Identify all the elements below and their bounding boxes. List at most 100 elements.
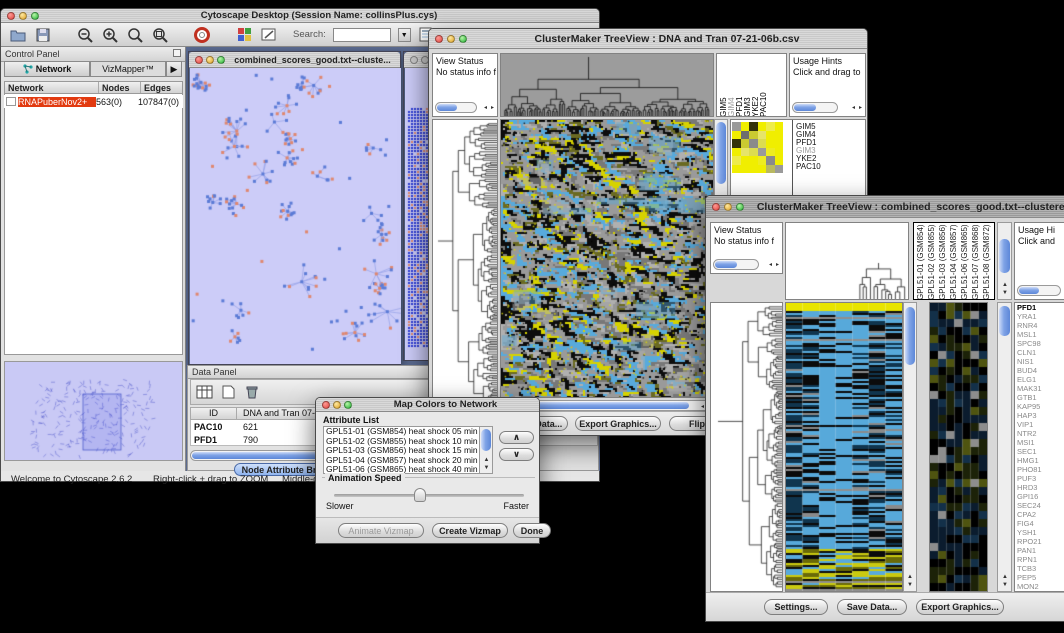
scroll-right-icon[interactable]: ▸ (859, 104, 862, 112)
tv1-hints-scrollbar[interactable] (792, 102, 838, 113)
matrix-cell[interactable] (749, 148, 758, 157)
treeview2-titlebar[interactable]: ClusterMaker TreeView : combined_scores_… (706, 196, 1064, 218)
animate-vizmap-button[interactable]: Animate Vizmap (338, 523, 424, 538)
matrix-cell[interactable] (766, 165, 775, 174)
tv2-column-label[interactable]: GPL51-06 (GSM865) (960, 224, 971, 300)
dialog-titlebar[interactable]: Map Colors to Network (316, 398, 539, 412)
network-view-canvas[interactable] (190, 68, 401, 364)
attribute-list-scrollbar[interactable]: ▲ ▼ (479, 426, 493, 474)
matrix-cell[interactable] (775, 122, 784, 131)
gene-label[interactable]: RNR4 (1015, 321, 1064, 330)
tv2-zoom-heatmap-canvas[interactable] (930, 303, 987, 591)
gene-label[interactable]: NTR2 (1015, 429, 1064, 438)
scroll-down-icon[interactable]: ▼ (907, 581, 913, 589)
gene-label[interactable]: PFD1 (1015, 303, 1064, 312)
matrix-cell[interactable] (758, 148, 767, 157)
attr-col-id[interactable]: ID (191, 408, 237, 419)
tv1-row-dendrogram[interactable] (432, 119, 498, 411)
tab-network[interactable]: Network (4, 61, 90, 77)
gene-label[interactable]: SEC1 (1015, 447, 1064, 456)
select-attributes-icon[interactable] (195, 383, 213, 401)
tv2-column-label[interactable]: GPL51-02 (GSM855) (927, 224, 938, 300)
scroll-up-icon[interactable]: ▲ (1002, 281, 1008, 289)
matrix-cell[interactable] (749, 165, 758, 174)
matrix-cell[interactable] (766, 148, 775, 157)
vscroll-thumb[interactable] (999, 306, 1010, 336)
zoom-in-icon[interactable] (101, 26, 119, 44)
vscroll-thumb[interactable] (481, 429, 491, 451)
gene-label[interactable]: YSH1 (1015, 528, 1064, 537)
gene-label[interactable]: CLN1 (1015, 348, 1064, 357)
gene-label[interactable]: MSI1 (1015, 438, 1064, 447)
gene-label[interactable]: PHO81 (1015, 465, 1064, 474)
tv2-column-dendrogram[interactable] (785, 222, 909, 300)
gene-label[interactable]: VIP1 (1015, 420, 1064, 429)
matrix-cell[interactable] (732, 122, 741, 131)
tv1-column-label[interactable]: PFD1 (735, 55, 743, 117)
scroll-thumb[interactable] (794, 104, 816, 111)
gene-label[interactable]: BUD4 (1015, 366, 1064, 375)
tv1-heatmap[interactable] (500, 119, 714, 398)
scroll-up-icon[interactable]: ▲ (484, 456, 490, 464)
matrix-cell[interactable] (732, 131, 741, 140)
gene-label[interactable]: TCB3 (1015, 564, 1064, 573)
tv1-row-dendrogram-canvas[interactable] (433, 120, 497, 410)
tv2-export-graphics-button[interactable]: Export Graphics... (916, 599, 1004, 615)
matrix-cell[interactable] (741, 131, 750, 140)
tv1-heatmap-canvas[interactable] (501, 120, 713, 397)
gene-label[interactable]: GTB1 (1015, 393, 1064, 402)
gene-label[interactable]: RPN1 (1015, 555, 1064, 564)
matrix-cell[interactable] (766, 131, 775, 140)
scroll-thumb[interactable] (715, 261, 737, 268)
gene-label[interactable]: MON2 (1015, 582, 1064, 591)
scroll-up-icon[interactable]: ▲ (907, 573, 913, 581)
vscroll-thumb[interactable] (716, 122, 726, 184)
col-edges[interactable]: Edges (141, 82, 181, 93)
gene-label[interactable]: PAN1 (1015, 546, 1064, 555)
tv2-heatmap-vscrollbar[interactable]: ▲ ▼ (903, 302, 917, 592)
network-row[interactable]: RNAPuberNov2+ 563(0) 107847(0) (4, 95, 183, 108)
open-file-icon[interactable] (9, 26, 27, 44)
main-titlebar[interactable]: Cytoscape Desktop (Session Name: collins… (1, 9, 599, 23)
matrix-cell[interactable] (732, 165, 741, 174)
tv2-column-label[interactable]: GPL51-08 (GSM872) (982, 224, 993, 300)
matrix-cell[interactable] (758, 131, 767, 140)
gene-label[interactable]: HMG1 (1015, 456, 1064, 465)
birdseye-canvas[interactable] (5, 362, 182, 460)
tv2-save-data-button[interactable]: Save Data... (837, 599, 907, 615)
scroll-left-icon[interactable]: ◂ (484, 104, 487, 112)
tv2-column-label[interactable]: GPL51-07 (GSM868) (971, 224, 982, 300)
tv2-collabel-vscrollbar[interactable]: ▲ ▼ (997, 222, 1012, 300)
tv1-column-label[interactable]: GIM3 (743, 55, 751, 117)
treeview1-titlebar[interactable]: ClusterMaker TreeView : DNA and Tran 07-… (429, 29, 867, 49)
gene-label[interactable]: SPC98 (1015, 339, 1064, 348)
tv2-heatmap[interactable] (785, 302, 903, 592)
annotation-icon[interactable] (260, 26, 278, 44)
tv1-column-dendrogram[interactable] (500, 53, 714, 117)
matrix-cell[interactable] (749, 156, 758, 165)
tv2-hints-scrollbar[interactable] (1017, 285, 1061, 296)
treeview2-window-controls[interactable] (712, 203, 744, 211)
gene-label[interactable]: MAK31 (1015, 384, 1064, 393)
tv2-heatmap-canvas[interactable] (786, 303, 902, 591)
scroll-down-icon[interactable]: ▼ (1002, 289, 1008, 297)
move-up-button[interactable]: ∧ (499, 431, 534, 444)
scroll-up-icon[interactable]: ▲ (1002, 573, 1008, 581)
scroll-left-icon[interactable]: ◂ (852, 104, 855, 112)
tv1-column-label[interactable]: GIM5 (719, 55, 727, 117)
save-icon[interactable] (34, 26, 52, 44)
matrix-cell[interactable] (775, 165, 784, 174)
tv1-column-label[interactable]: YKE2 (751, 55, 759, 117)
matrix-cell[interactable] (766, 122, 775, 131)
scroll-down-icon[interactable]: ▼ (1002, 581, 1008, 589)
scroll-down-icon[interactable]: ▼ (484, 464, 490, 472)
tv2-zoom-heatmap[interactable] (929, 302, 988, 592)
done-button[interactable]: Done (513, 523, 551, 538)
matrix-cell[interactable] (775, 131, 784, 140)
gene-label[interactable]: FIG4 (1015, 519, 1064, 528)
speed-slider-track[interactable] (334, 494, 524, 497)
create-vizmap-button[interactable]: Create Vizmap (432, 523, 508, 538)
matrix-cell[interactable] (732, 156, 741, 165)
gene-label[interactable]: PUF3 (1015, 474, 1064, 483)
tv1-column-label[interactable]: PAC10 (759, 55, 767, 117)
